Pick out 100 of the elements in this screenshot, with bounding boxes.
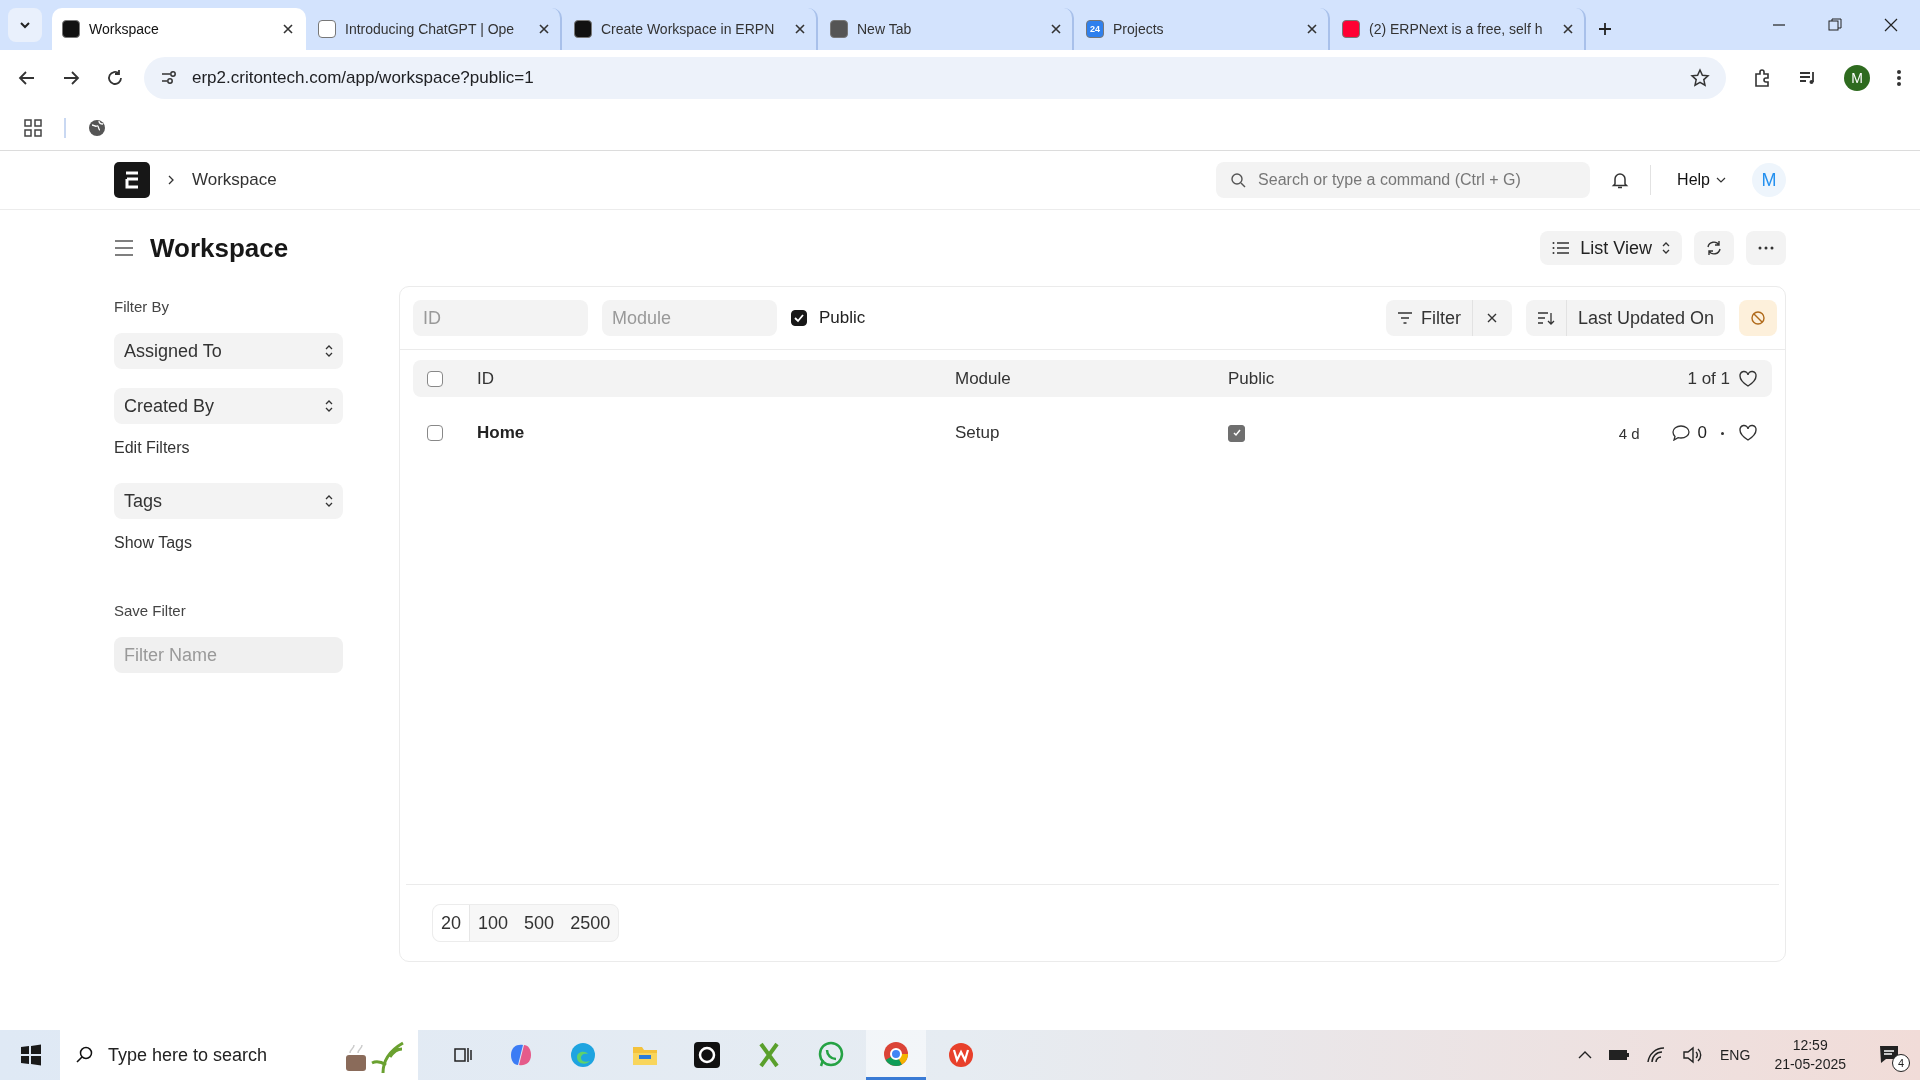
sort-icon <box>1536 310 1555 326</box>
filter-dropdown[interactable]: Assigned To <box>114 333 343 369</box>
clock-time: 12:59 <box>1792 1036 1828 1055</box>
browser-tab[interactable]: (2) ERPNext is a free, self h <box>1332 8 1586 50</box>
favicon-icon <box>830 20 848 38</box>
select-all-checkbox[interactable] <box>427 370 443 387</box>
checkmark-icon <box>793 312 805 324</box>
id-filter-field[interactable]: ID <box>413 300 588 336</box>
close-icon <box>1486 312 1499 324</box>
restore-icon[interactable] <box>1828 18 1842 32</box>
column-header: Public <box>1228 368 1276 389</box>
column-header: Module <box>955 368 1012 389</box>
table-cell-text: Setup <box>955 423 1001 443</box>
heart-icon[interactable] <box>1738 369 1758 388</box>
chrome-icon <box>882 1039 910 1068</box>
globe-icon[interactable] <box>88 119 106 137</box>
task-view-icon[interactable] <box>453 1045 473 1065</box>
checkbox[interactable] <box>791 310 807 326</box>
chevron-down-icon <box>1716 175 1726 185</box>
speaker-icon[interactable] <box>1682 1046 1703 1064</box>
refresh-icon <box>1705 239 1723 257</box>
address-bar[interactable]: erp2.critontech.com/app/workspace?public=1 <box>144 57 1726 99</box>
filter-dropdown[interactable]: Tags <box>114 483 343 519</box>
apps-grid-icon[interactable] <box>24 119 42 137</box>
favicon-icon <box>318 20 336 38</box>
favicon-icon: 24 <box>1086 20 1104 38</box>
browser-tab[interactable]: New Tab <box>820 8 1074 50</box>
close-icon[interactable] <box>538 23 550 35</box>
back-arrow-icon[interactable] <box>18 69 36 87</box>
browser-tab[interactable]: 24 Projects <box>1076 8 1330 50</box>
app-logo[interactable] <box>114 162 150 198</box>
menu-icon[interactable] <box>114 239 134 257</box>
browser-tab[interactable]: Create Workspace in ERPN <box>564 8 818 50</box>
prohibited-icon <box>1750 310 1766 326</box>
sidebar-heading: Filter By <box>114 298 170 315</box>
record-link[interactable]: Home <box>477 423 955 443</box>
favicon-icon <box>574 20 592 38</box>
favicon-icon <box>62 20 80 38</box>
chevron-up-icon[interactable] <box>1578 1050 1593 1060</box>
chrome-taskbar-button[interactable] <box>866 1030 926 1080</box>
close-icon[interactable] <box>1050 23 1062 35</box>
sidebar-link[interactable]: Show Tags <box>114 534 343 552</box>
up-down-caret-icon <box>325 399 333 413</box>
record-count: 1 of 1 <box>1687 368 1730 389</box>
wps-office-icon[interactable] <box>947 1041 975 1069</box>
chevron-right-icon <box>166 175 176 185</box>
star-icon[interactable] <box>1690 68 1710 88</box>
heart-icon[interactable] <box>1738 424 1758 442</box>
browser-tab[interactable]: Introducing ChatGPT | Ope <box>308 8 562 50</box>
close-icon[interactable] <box>1562 23 1574 35</box>
puzzle-icon[interactable] <box>1752 68 1772 88</box>
filter-dropdown[interactable]: Created By <box>114 388 343 424</box>
profile-avatar[interactable]: M <box>1844 65 1870 91</box>
refresh-button[interactable] <box>1694 231 1734 265</box>
close-icon[interactable] <box>794 23 806 35</box>
wifi-icon[interactable] <box>1646 1046 1667 1064</box>
comment-count: 0 <box>1697 423 1707 443</box>
new-tab-icon[interactable] <box>1598 22 1612 36</box>
module-filter-field[interactable]: Module <box>602 300 777 336</box>
clock-date: 21-05-2025 <box>1774 1055 1846 1074</box>
page-size-button[interactable]: 20 <box>433 905 471 941</box>
list-view-dropdown[interactable]: List View <box>1540 231 1682 265</box>
up-down-caret-icon <box>1662 241 1670 255</box>
reload-icon[interactable] <box>106 69 124 87</box>
list-icon <box>1552 241 1571 255</box>
close-icon[interactable] <box>1306 23 1318 35</box>
help-dropdown[interactable]: Help <box>1671 170 1732 190</box>
search-field[interactable]: Search or type a command (Ctrl + G) <box>1216 162 1591 198</box>
site-settings-icon[interactable] <box>160 69 178 87</box>
close-icon[interactable] <box>282 23 294 35</box>
more-vertical-icon[interactable] <box>1896 68 1902 88</box>
page-size-button[interactable]: 500 <box>516 905 563 941</box>
checkbox-label: Public <box>819 308 866 328</box>
close-icon[interactable] <box>1884 18 1898 32</box>
page-title: Workspace <box>150 232 289 264</box>
filter-name-field[interactable]: Filter Name <box>114 637 343 673</box>
up-down-caret-icon <box>325 344 333 358</box>
modified-time: 4 d <box>1618 424 1640 442</box>
notification-bell-icon[interactable] <box>1610 170 1631 190</box>
taskbar-search-field[interactable]: Type here to search <box>60 1030 418 1080</box>
sidebar-link[interactable]: Edit Filters <box>114 439 343 457</box>
row-checkbox[interactable] <box>427 425 443 441</box>
battery-icon[interactable] <box>1608 1048 1631 1062</box>
windows-start-icon[interactable] <box>20 1044 42 1066</box>
page-size-button[interactable]: 100 <box>470 905 517 941</box>
favicon-icon <box>1342 20 1360 38</box>
comment-icon <box>1671 425 1690 441</box>
sidebar-heading: Save Filter <box>114 602 187 619</box>
search-icon <box>76 1046 94 1064</box>
whatsapp-icon[interactable] <box>817 1041 845 1069</box>
search-icon <box>1230 172 1247 188</box>
forward-arrow-icon[interactable] <box>62 69 80 87</box>
breadcrumb-link[interactable]: Workspace <box>192 170 277 190</box>
input-language[interactable]: ENG <box>1720 1047 1751 1063</box>
page-size-button[interactable]: 2500 <box>562 905 619 941</box>
logo-mark-icon <box>124 171 140 189</box>
checkmark-icon <box>1231 428 1242 438</box>
tab-search-button[interactable] <box>8 8 42 42</box>
column-header: ID <box>477 368 495 389</box>
browser-tab[interactable]: Workspace <box>52 8 306 50</box>
